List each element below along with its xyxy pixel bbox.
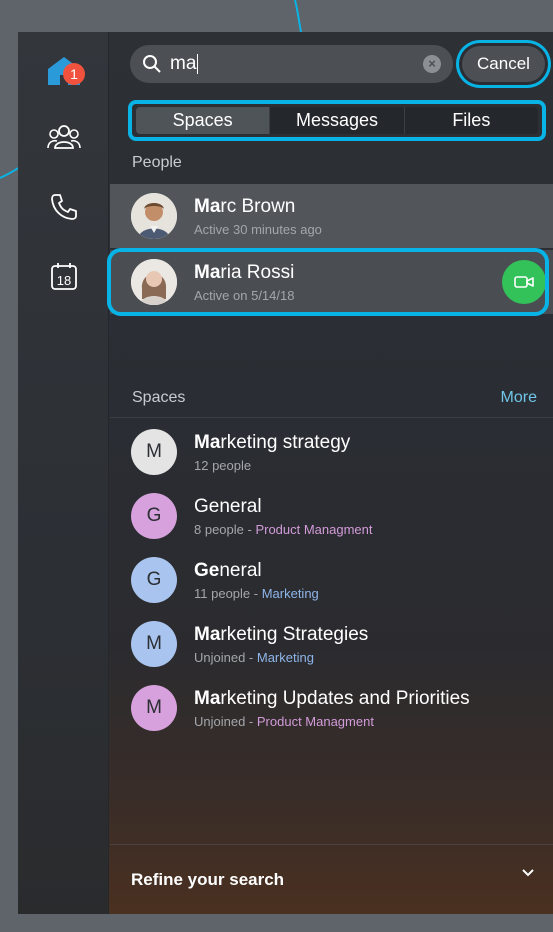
- person-name: Maria Rossi: [194, 262, 295, 283]
- space-avatar: M: [131, 621, 177, 667]
- phone-icon: [50, 194, 77, 220]
- space-avatar: M: [131, 429, 177, 475]
- tab-messages[interactable]: Messages: [269, 107, 403, 134]
- video-call-button[interactable]: [502, 260, 546, 304]
- search-input[interactable]: ma ×: [130, 45, 453, 83]
- search-query: ma: [170, 53, 199, 74]
- tab-files[interactable]: Files: [403, 107, 538, 134]
- calendar-icon: 18: [50, 263, 77, 290]
- people-section-title: People: [132, 154, 182, 171]
- rail-teams[interactable]: [18, 112, 109, 162]
- person-photo-icon: [131, 193, 177, 239]
- person-photo-icon: [131, 259, 177, 305]
- rail-home[interactable]: 1: [18, 45, 109, 95]
- space-row[interactable]: G General 11 people - Marketing: [110, 548, 553, 612]
- video-camera-icon: [514, 276, 534, 288]
- rail-calendar[interactable]: 18: [18, 251, 109, 301]
- more-link[interactable]: More: [501, 389, 537, 407]
- avatar: [131, 193, 177, 239]
- filter-tabs: Spaces Messages Files: [128, 100, 546, 141]
- space-meta: Unjoined - Product Managment: [194, 714, 374, 729]
- divider: [110, 844, 553, 845]
- avatar: [131, 259, 177, 305]
- space-meta: 11 people - Marketing: [194, 586, 319, 601]
- space-meta: Unjoined - Marketing: [194, 650, 314, 665]
- space-name: Marketing Strategies: [194, 624, 369, 645]
- app-window: 1 18 ma × Cancel Spaces Messages Files P…: [18, 32, 553, 914]
- space-meta: 12 people: [194, 458, 252, 473]
- space-name: Marketing strategy: [194, 432, 351, 453]
- tab-spaces[interactable]: Spaces: [136, 107, 270, 134]
- calendar-day: 18: [56, 273, 70, 288]
- people-icon: [46, 125, 81, 149]
- clear-search-icon[interactable]: ×: [423, 55, 441, 73]
- person-row[interactable]: Marc Brown Active 30 minutes ago: [110, 184, 553, 248]
- space-avatar: G: [131, 557, 177, 603]
- space-avatar: M: [131, 685, 177, 731]
- rail-calls[interactable]: [18, 182, 109, 232]
- space-name: Marketing Updates and Priorities: [194, 688, 470, 709]
- cancel-button[interactable]: Cancel: [462, 46, 545, 82]
- space-row[interactable]: G General 8 people - Product Managment: [110, 484, 553, 548]
- notification-badge: 1: [63, 63, 85, 85]
- chevron-down-icon[interactable]: [521, 868, 535, 878]
- spaces-section-title: Spaces: [132, 389, 186, 406]
- divider: [110, 417, 553, 418]
- space-row[interactable]: M Marketing Updates and Priorities Unjoi…: [110, 676, 553, 740]
- person-status: Active 30 minutes ago: [194, 222, 322, 237]
- search-icon: [143, 55, 161, 73]
- space-avatar: G: [131, 493, 177, 539]
- space-row[interactable]: M Marketing strategy 12 people: [110, 420, 553, 484]
- space-meta: 8 people - Product Managment: [194, 522, 373, 537]
- person-name: Marc Brown: [194, 196, 296, 217]
- space-row[interactable]: M Marketing Strategies Unjoined - Market…: [110, 612, 553, 676]
- search-panel: ma × Cancel Spaces Messages Files People: [107, 32, 553, 914]
- person-status: Active on 5/14/18: [194, 288, 295, 303]
- space-name: General: [194, 560, 262, 581]
- space-name: General: [194, 496, 262, 517]
- refine-search-label[interactable]: Refine your search: [131, 870, 284, 890]
- left-rail: 1 18: [18, 32, 109, 914]
- person-row[interactable]: Maria Rossi Active on 5/14/18: [110, 250, 553, 314]
